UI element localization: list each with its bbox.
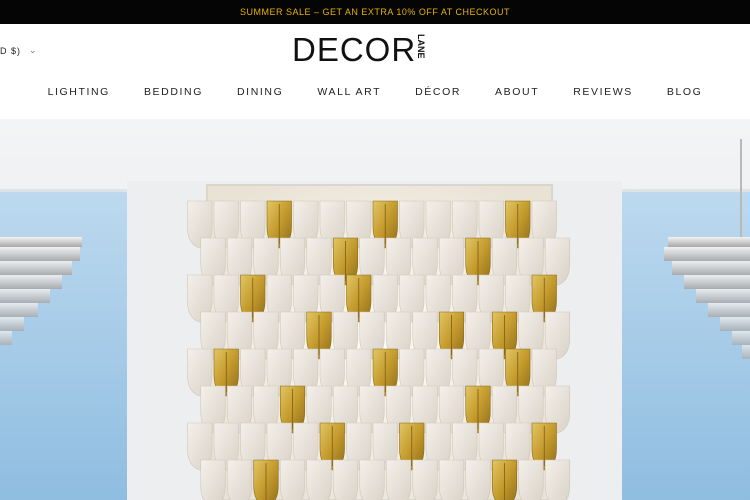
hero-illustration bbox=[0, 119, 750, 500]
nav-item-wall-art[interactable]: WALL ART bbox=[317, 86, 381, 98]
white-scale-tile bbox=[385, 459, 412, 500]
promo-text[interactable]: SUMMER SALE – GET AN EXTRA 10% OFF AT CH… bbox=[240, 7, 510, 17]
white-scale-tile bbox=[412, 459, 438, 500]
nav-item-dining[interactable]: DINING bbox=[237, 86, 283, 98]
white-scale-tile bbox=[438, 459, 465, 500]
logo-subtext[interactable]: LANE bbox=[416, 34, 426, 59]
hero-banner-image[interactable] bbox=[0, 119, 750, 500]
white-scale-tile bbox=[359, 459, 385, 500]
nav-item-bedding[interactable]: BEDDING bbox=[144, 86, 203, 98]
currency-label[interactable]: D $) bbox=[0, 46, 21, 56]
site-logo[interactable]: DECOR LANE bbox=[292, 32, 426, 68]
white-scale-tile bbox=[544, 459, 571, 500]
white-scale-tile bbox=[279, 459, 306, 500]
white-scale-tile bbox=[306, 459, 332, 500]
nav-item-decor[interactable]: DÉCOR bbox=[415, 86, 461, 98]
white-scale-tile bbox=[332, 459, 359, 500]
promo-banner[interactable]: SUMMER SALE – GET AN EXTRA 10% OFF AT CH… bbox=[0, 0, 750, 24]
nav-item-blog[interactable]: BLOG bbox=[667, 86, 703, 98]
white-scale-tile bbox=[465, 459, 491, 500]
white-scale-tile bbox=[226, 459, 253, 500]
currency-selector[interactable]: D $) ⌄ bbox=[0, 45, 38, 56]
white-scale-tile bbox=[518, 459, 544, 500]
main-nav: LIGHTING BEDDING DINING WALL ART DÉCOR A… bbox=[0, 84, 750, 100]
nav-item-about[interactable]: ABOUT bbox=[495, 86, 539, 98]
scale-tile-pattern bbox=[187, 200, 571, 500]
white-scale-tile bbox=[200, 459, 226, 500]
logo-wordmark[interactable]: DECOR bbox=[292, 32, 416, 68]
nav-item-lighting[interactable]: LIGHTING bbox=[48, 86, 110, 98]
site-header: D $) ⌄ DECOR LANE LIGHTING BEDDING DININ… bbox=[0, 24, 750, 119]
nav-item-reviews[interactable]: REVIEWS bbox=[573, 86, 633, 98]
chevron-down-icon[interactable]: ⌄ bbox=[29, 45, 38, 56]
